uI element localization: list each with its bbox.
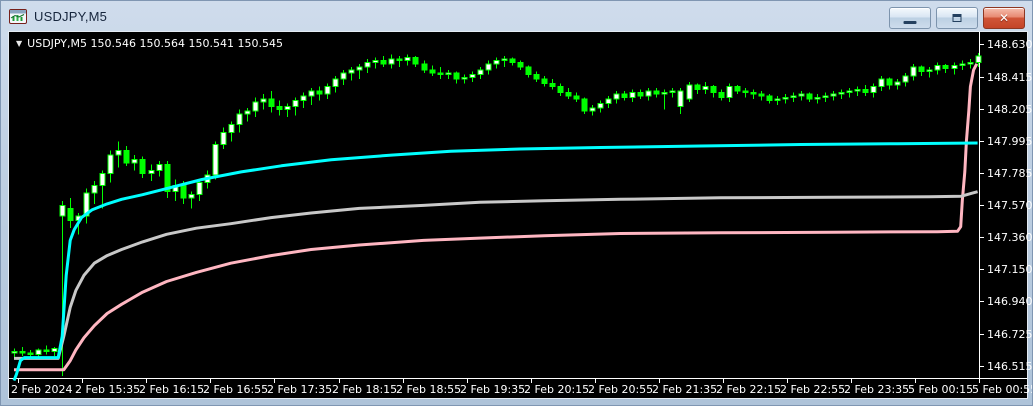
time-tick-label: 2 Feb 20:55 <box>588 383 653 396</box>
chart-plot[interactable]: 148.630 148.415 148.205 147.995 147.785 147.5… <box>9 32 1032 398</box>
time-tick-label: 2 Feb 22:15 <box>716 383 781 396</box>
price-tick-label: 148.415 <box>987 71 1033 84</box>
time-tick-label: 2 Feb 17:35 <box>267 383 332 396</box>
maximize-icon <box>952 14 962 22</box>
time-tick-label: 2 Feb 21:35 <box>652 383 717 396</box>
minimize-icon <box>903 21 917 24</box>
time-tick-label: 2 Feb 22:55 <box>780 383 845 396</box>
time-tick-label: 2 Feb 18:15 <box>332 383 397 396</box>
price-tick-label: 146.515 <box>987 360 1033 373</box>
price-tick-label: 147.785 <box>987 167 1033 180</box>
indicator-line-middle-band <box>14 190 978 360</box>
candlestick-series <box>11 54 974 376</box>
time-tick-label: 5 Feb 00:55 <box>972 383 1033 396</box>
title-bar[interactable]: USDJPY,M5 ✕ <box>1 1 1032 31</box>
minimize-button[interactable] <box>889 7 931 29</box>
price-tick-label: 147.360 <box>987 231 1033 244</box>
time-axis[interactable]: 2 Feb 2024 2 Feb 15:352 Feb 16:152 Feb 16… <box>11 379 1033 396</box>
time-tick-label: 2 Feb 2024 <box>11 383 72 396</box>
terminal-window: USDJPY,M5 ✕ 148.630 148.415 148.205 147.995… <box>0 0 1033 406</box>
time-tick-label: 5 Feb 00:15 <box>908 383 973 396</box>
price-tick-label: 146.940 <box>987 295 1033 308</box>
ohlc-text: USDJPY,M5 150.546 150.564 150.541 150.54… <box>27 37 283 50</box>
price-tick-label: 147.570 <box>987 199 1033 212</box>
symbol-dropdown-icon: ▼ <box>16 39 23 48</box>
time-tick-label: 2 Feb 18:55 <box>396 383 461 396</box>
price-axis[interactable]: 148.630 148.415 148.205 147.995 147.785 147.5… <box>979 38 1033 373</box>
chart-window-icon <box>9 9 27 24</box>
time-tick-label: 2 Feb 20:15 <box>524 383 589 396</box>
time-tick-label: 2 Feb 16:55 <box>203 383 268 396</box>
window-title: USDJPY,M5 <box>34 8 108 24</box>
ohlc-readout: ▼ USDJPY,M5 150.546 150.564 150.541 150.5… <box>16 37 283 50</box>
time-tick-label: 2 Feb 15:35 <box>75 383 140 396</box>
indicator-line-upper-band <box>12 141 978 382</box>
chart-area[interactable]: 148.630 148.415 148.205 147.995 147.785 147.5… <box>9 32 1032 398</box>
maximize-button[interactable] <box>936 7 978 29</box>
price-tick-label: 146.725 <box>987 328 1033 341</box>
price-tick-label: 148.630 <box>987 38 1033 51</box>
indicator-line-lower-band <box>14 63 979 372</box>
price-tick-label: 147.150 <box>987 263 1033 276</box>
window-controls: ✕ <box>889 7 1025 29</box>
close-icon: ✕ <box>998 11 1010 25</box>
time-tick-label: 2 Feb 23:35 <box>844 383 909 396</box>
price-tick-label: 147.995 <box>987 135 1033 148</box>
price-tick-label: 148.205 <box>987 103 1033 116</box>
time-tick-label: 2 Feb 16:15 <box>139 383 204 396</box>
close-button[interactable]: ✕ <box>983 7 1025 29</box>
time-tick-label: 2 Feb 19:35 <box>460 383 525 396</box>
